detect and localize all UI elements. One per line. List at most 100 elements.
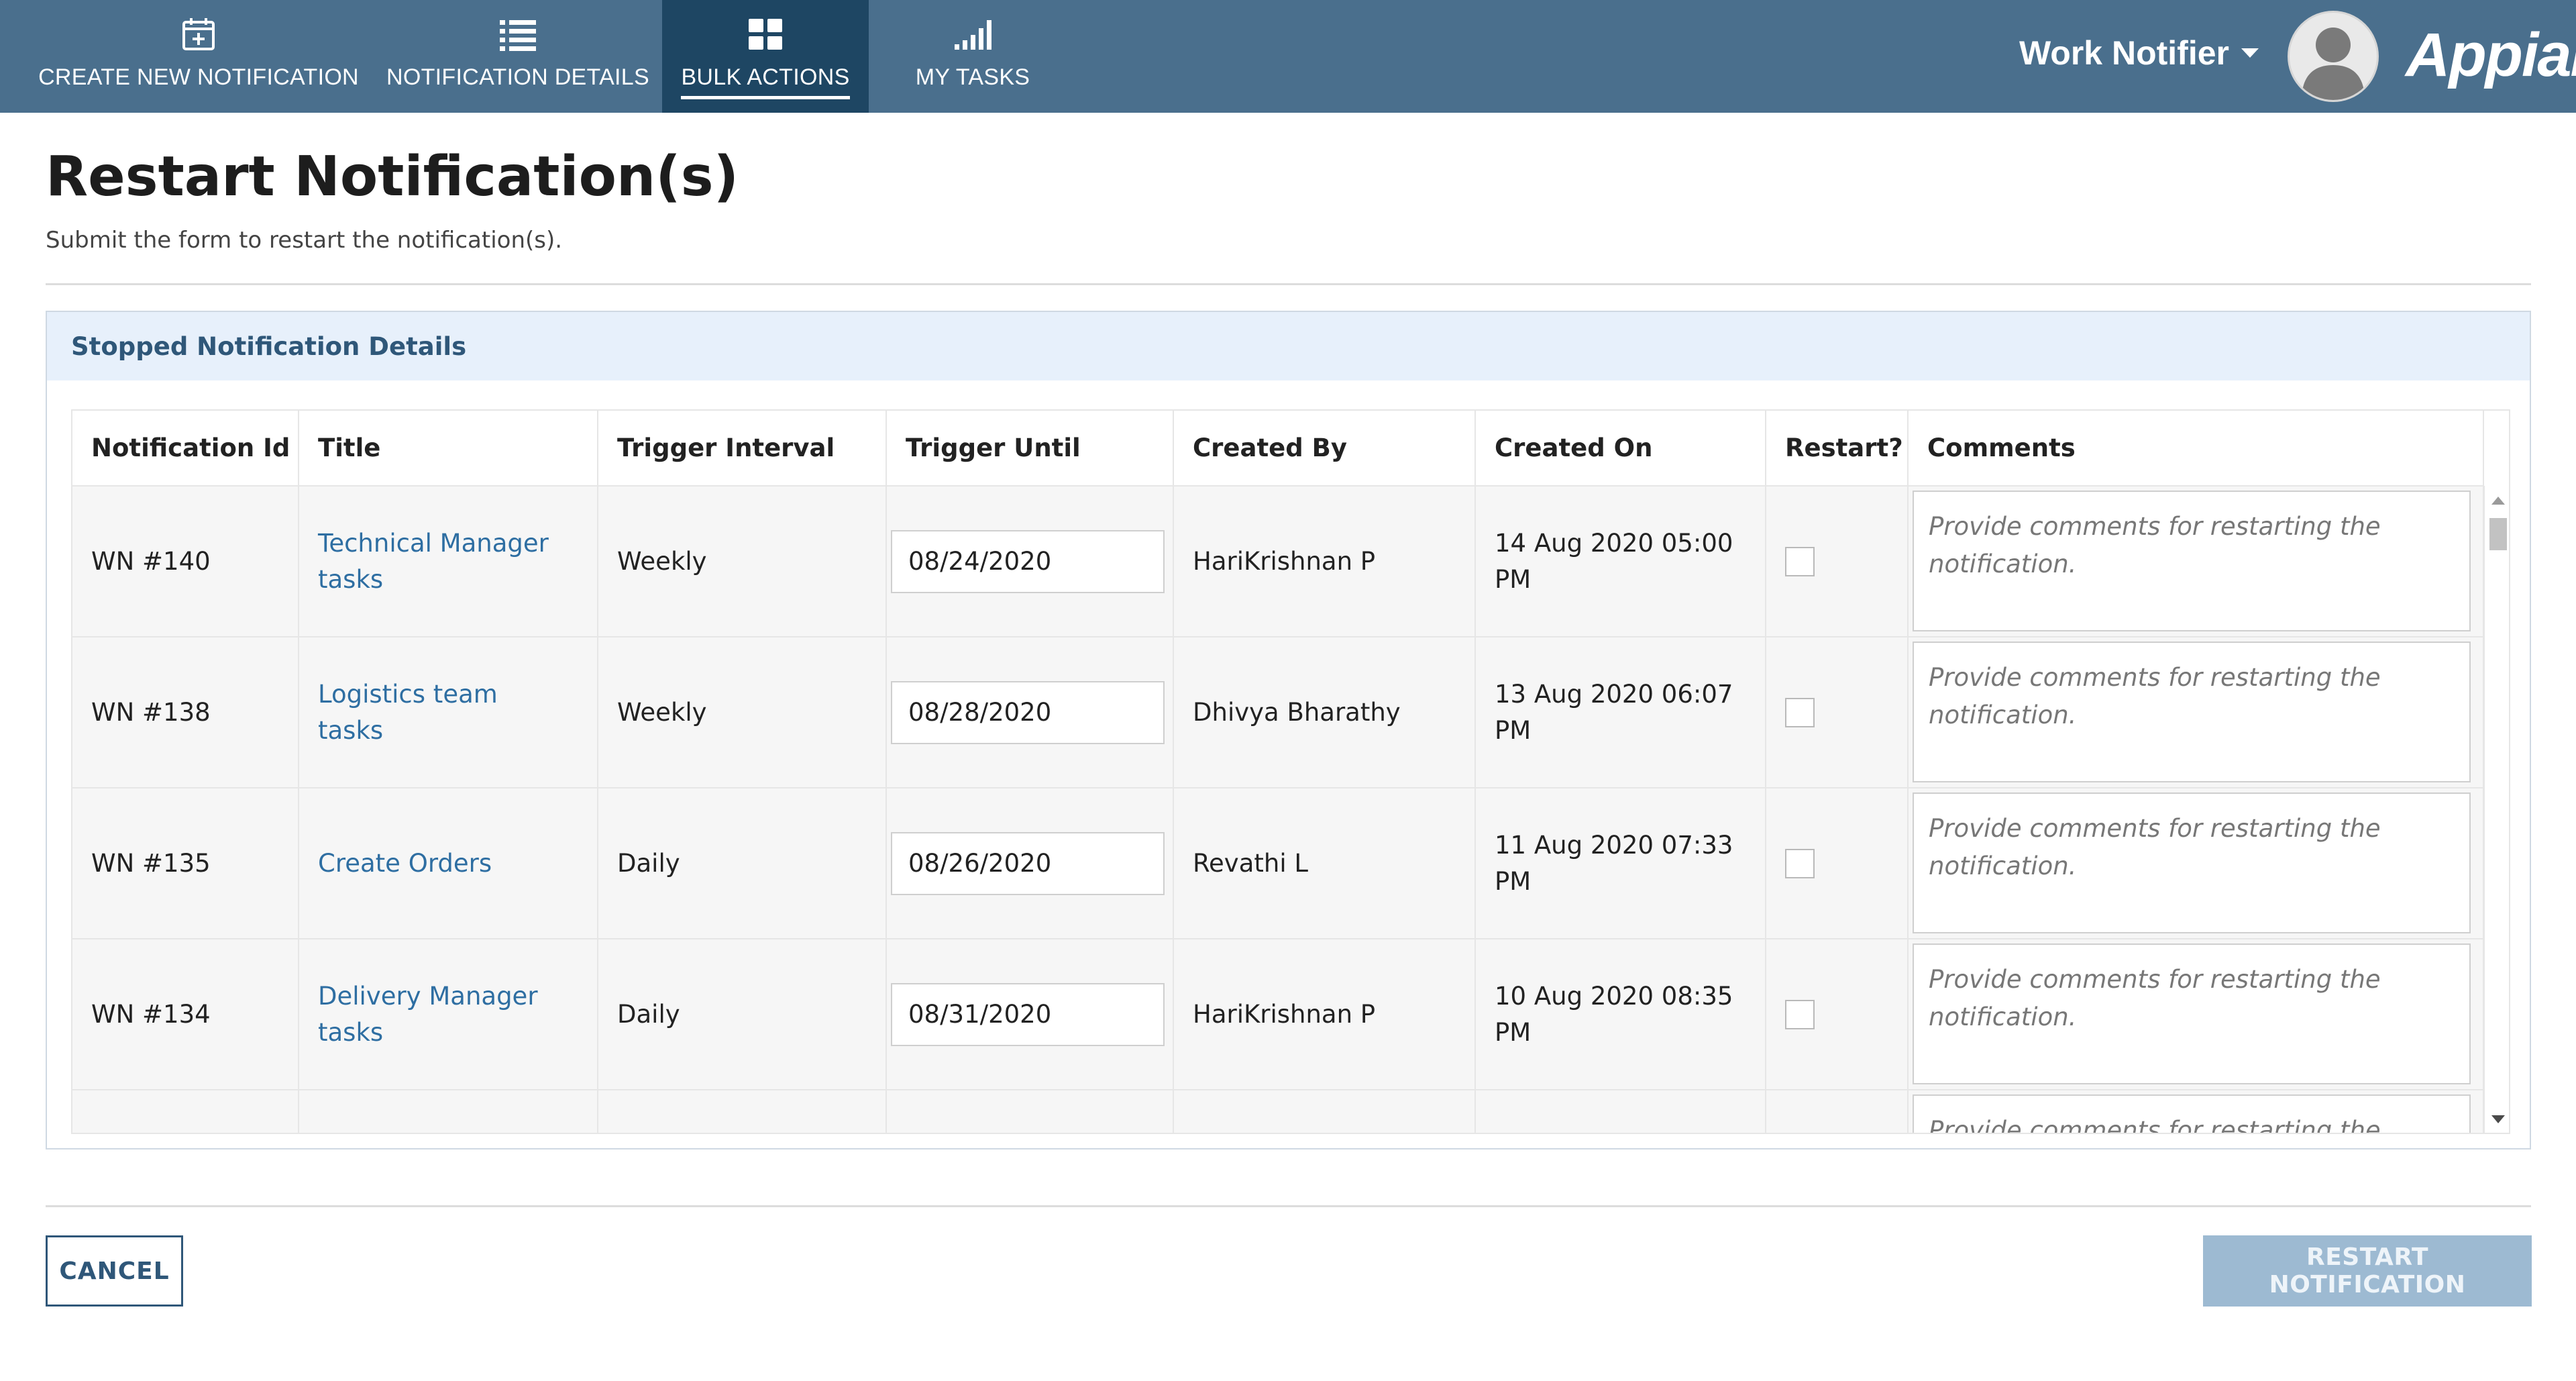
restart-cell — [1766, 788, 1909, 939]
trigger-until-date-input[interactable] — [891, 680, 1165, 744]
nav-my-tasks[interactable]: MY TASKS — [872, 0, 1073, 113]
notification-title-link[interactable]: Logistics team tasks — [299, 637, 598, 788]
column-header-created-by[interactable]: Created By — [1173, 411, 1476, 487]
comments-textarea[interactable] — [1913, 491, 2471, 631]
notification-title-link[interactable]: Delivery Manager tasks — [299, 939, 598, 1090]
nav-bulk-actions[interactable]: BULK ACTIONS — [662, 0, 869, 113]
footer-divider — [46, 1205, 2531, 1207]
app-switcher-dropdown[interactable]: Work Notifier — [2019, 34, 2259, 72]
comments-cell — [1908, 939, 2484, 1090]
appian-logo[interactable]: Appian — [2406, 20, 2576, 91]
restart-checkbox[interactable] — [1785, 546, 1815, 576]
table-scrollbar[interactable] — [2483, 486, 2509, 1133]
comments-textarea[interactable] — [1913, 943, 2471, 1084]
grid-icon — [747, 15, 784, 54]
notification-id: WN #138 — [72, 637, 299, 788]
table-row — [72, 1090, 2484, 1135]
scroll-thumb[interactable] — [2489, 518, 2507, 550]
created-on: 10 Aug 2020 08:35 PM — [1475, 939, 1766, 1090]
created-on: 11 Aug 2020 07:33 PM — [1475, 788, 1766, 939]
nav-create-new-notification[interactable]: CREATE NEW NOTIFICATION — [31, 0, 366, 113]
trigger-until-cell — [886, 637, 1174, 788]
comments-textarea[interactable] — [1913, 792, 2471, 933]
trigger-interval: Weekly — [598, 637, 887, 788]
trigger-until-date-input[interactable] — [891, 982, 1165, 1046]
created-by: HariKrishnan P — [1173, 939, 1476, 1090]
trigger-until-cell — [886, 939, 1174, 1090]
trigger-interval: Daily — [598, 788, 887, 939]
list-icon — [498, 15, 537, 54]
column-header-comments[interactable]: Comments — [1908, 411, 2484, 487]
notifications-grid: Notification Id Title Trigger Interval T… — [71, 409, 2510, 1134]
notification-id: WN #140 — [72, 486, 299, 637]
restart-checkbox[interactable] — [1785, 697, 1815, 727]
trigger-interval: Daily — [598, 939, 887, 1090]
stopped-notifications-section: Stopped Notification Details Notificatio… — [46, 311, 2531, 1149]
header-divider — [46, 283, 2531, 285]
nav-label: MY TASKS — [915, 64, 1030, 90]
restart-cell — [1766, 1090, 1909, 1133]
table-row: WN #140 Technical Manager tasks Weekly H… — [72, 486, 2484, 637]
comments-cell — [1908, 637, 2484, 788]
restart-checkbox[interactable] — [1785, 999, 1815, 1029]
notifications-table: Notification Id Title Trigger Interval T… — [72, 411, 2484, 1135]
comments-cell — [1908, 486, 2484, 637]
scroll-up-arrow-icon[interactable] — [2491, 497, 2505, 505]
comments-cell — [1908, 788, 2484, 939]
trigger-interval — [598, 1090, 887, 1133]
trigger-interval: Weekly — [598, 486, 887, 637]
notification-id: WN #134 — [72, 939, 299, 1090]
user-avatar[interactable] — [2288, 11, 2379, 102]
column-header-title[interactable]: Title — [299, 411, 598, 487]
notification-id: WN #135 — [72, 788, 299, 939]
restart-checkbox[interactable] — [1785, 848, 1815, 878]
restart-cell — [1766, 939, 1909, 1090]
table-row: WN #138 Logistics team tasks Weekly Dhiv… — [72, 637, 2484, 788]
scroll-down-arrow-icon[interactable] — [2491, 1115, 2505, 1123]
created-on: 13 Aug 2020 06:07 PM — [1475, 637, 1766, 788]
nav-notification-details[interactable]: NOTIFICATION DETAILS — [384, 0, 652, 113]
nav-label: CREATE NEW NOTIFICATION — [38, 64, 359, 90]
trigger-until-cell — [886, 486, 1174, 637]
comments-cell — [1908, 1090, 2484, 1133]
app-name: Work Notifier — [2019, 34, 2229, 72]
notification-title-link[interactable]: Create Orders — [299, 788, 598, 939]
restart-cell — [1766, 637, 1909, 788]
caret-down-icon — [2241, 48, 2259, 58]
comments-textarea[interactable] — [1913, 642, 2471, 782]
created-by: Dhivya Bharathy — [1173, 637, 1476, 788]
created-by — [1173, 1090, 1476, 1133]
column-header-trigger-until[interactable]: Trigger Until — [886, 411, 1174, 487]
created-by: Revathi L — [1173, 788, 1476, 939]
user-silhouette-icon — [2302, 28, 2365, 100]
restart-cell — [1766, 486, 1909, 637]
table-row: WN #134 Delivery Manager tasks Daily Har… — [72, 939, 2484, 1090]
trigger-until-date-input[interactable] — [891, 1134, 1165, 1135]
trigger-until-date-input[interactable] — [891, 529, 1165, 593]
column-header-restart[interactable]: Restart? — [1766, 411, 1909, 487]
nav-label: BULK ACTIONS — [681, 64, 850, 99]
trigger-until-date-input[interactable] — [891, 831, 1165, 895]
page-subtitle: Submit the form to restart the notificat… — [46, 227, 563, 254]
table-row: WN #135 Create Orders Daily Revathi L 11… — [72, 788, 2484, 939]
section-title: Stopped Notification Details — [47, 312, 2530, 380]
created-by: HariKrishnan P — [1173, 486, 1476, 637]
trigger-until-cell — [886, 1090, 1174, 1135]
column-header-notification-id[interactable]: Notification Id — [72, 411, 299, 487]
created-on: 14 Aug 2020 05:00 PM — [1475, 486, 1766, 637]
nav-label: NOTIFICATION DETAILS — [386, 64, 649, 90]
page-title: Restart Notification(s) — [46, 145, 739, 209]
calendar-plus-icon — [180, 15, 217, 54]
created-on — [1475, 1090, 1766, 1133]
comments-textarea[interactable] — [1913, 1094, 2471, 1133]
trigger-until-cell — [886, 788, 1174, 939]
column-header-trigger-interval[interactable]: Trigger Interval — [598, 411, 887, 487]
restart-notification-button[interactable]: RESTART NOTIFICATION — [2203, 1235, 2532, 1307]
cancel-button[interactable]: CANCEL — [46, 1235, 183, 1307]
notification-id — [72, 1090, 299, 1133]
notification-title-link[interactable] — [299, 1090, 598, 1133]
column-header-created-on[interactable]: Created On — [1475, 411, 1766, 487]
table-header-row: Notification Id Title Trigger Interval T… — [72, 411, 2484, 487]
notification-title-link[interactable]: Technical Manager tasks — [299, 486, 598, 637]
signal-bars-icon — [953, 15, 992, 54]
